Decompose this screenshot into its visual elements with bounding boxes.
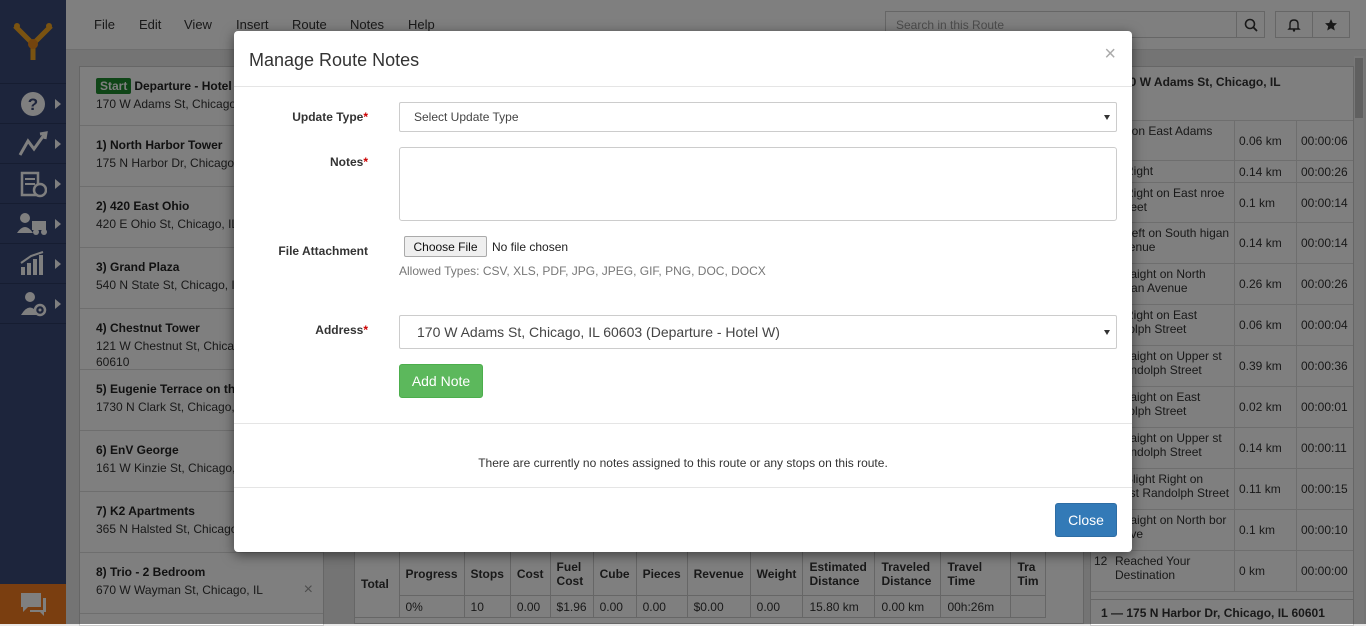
choose-file-button[interactable]: Choose File [404,236,487,257]
empty-notes-message: There are currently no notes assigned to… [478,456,888,470]
add-note-button[interactable]: Add Note [399,364,483,398]
divider [234,487,1132,488]
close-icon[interactable]: × [1104,43,1116,66]
update-type-label: Update Type* [292,110,368,124]
chevron-down-icon [1104,115,1110,120]
address-select[interactable]: 170 W Adams St, Chicago, IL 60603 (Depar… [399,315,1117,349]
divider [234,423,1132,424]
update-type-select[interactable]: Select Update Type [399,102,1117,132]
notes-textarea[interactable] [399,147,1117,221]
chevron-down-icon [1104,330,1110,335]
dialog-title: Manage Route Notes [249,50,420,70]
address-label: Address* [315,323,368,337]
address-value: 170 W Adams St, Chicago, IL 60603 (Depar… [417,324,780,340]
notes-label: Notes* [329,155,368,169]
file-status-text: No file chosen [492,240,569,254]
close-button[interactable]: Close [1055,503,1117,537]
file-attachment-label: File Attachment [278,244,368,258]
manage-route-notes-dialog: Manage Route Notes × Update Type* Select… [234,31,1132,552]
allowed-types-hint: Allowed Types: CSV, XLS, PDF, JPG, JPEG,… [399,264,766,278]
update-type-value: Select Update Type [414,110,519,124]
